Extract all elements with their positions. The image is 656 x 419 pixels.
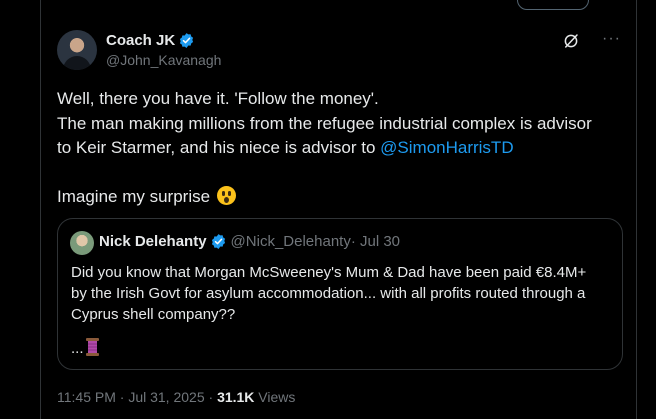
quoted-post-text: Did you know that Morgan McSweeney's Mum… bbox=[71, 262, 616, 325]
post-text: Well, there you have it. 'Follow the mon… bbox=[57, 87, 622, 210]
post-text-line: Well, there you have it. 'Follow the mon… bbox=[57, 89, 379, 108]
more-options-icon[interactable]: ··· bbox=[602, 31, 622, 50]
post-timestamp[interactable]: 11:45 PM · Jul 31, 2025 · bbox=[57, 389, 217, 405]
quoted-post[interactable]: Nick Delehanty @Nick_Delehanty · Jul 30 … bbox=[57, 218, 623, 370]
face-with-open-mouth-icon bbox=[216, 186, 236, 205]
ellipsis-text: ... bbox=[71, 340, 84, 357]
post-text-fragment: Imagine my surprise bbox=[57, 187, 211, 206]
views-label: Views bbox=[254, 389, 296, 405]
quoted-text-line: Cyprus shell company?? bbox=[71, 306, 236, 323]
quoted-author-handle[interactable]: @Nick_Delehanty bbox=[231, 233, 351, 250]
quoted-text-line: by the Irish Govt for asylum accommodati… bbox=[71, 285, 586, 302]
avatar[interactable] bbox=[57, 30, 97, 70]
spool-of-thread-icon bbox=[85, 338, 99, 356]
post-text-line: Imagine my surprise bbox=[57, 185, 622, 210]
post-column: Coach JK @John_Kavanagh ··· Well, there … bbox=[40, 0, 637, 419]
previous-post-button[interactable] bbox=[517, 0, 589, 10]
author-display-name[interactable]: Coach JK bbox=[106, 32, 175, 49]
quoted-avatar[interactable] bbox=[70, 231, 94, 255]
verified-badge-icon[interactable] bbox=[178, 32, 195, 49]
views-count: 31.1K bbox=[217, 389, 255, 405]
grok-icon[interactable] bbox=[562, 32, 580, 50]
post-text-blank-line bbox=[57, 161, 622, 186]
verified-badge-icon[interactable] bbox=[210, 233, 227, 250]
post-text-line: to Keir Starmer, and his niece is adviso… bbox=[57, 136, 622, 161]
author-name-row: Coach JK bbox=[106, 32, 195, 49]
post-text-line: The man making millions from the refugee… bbox=[57, 113, 592, 133]
post-header: Coach JK @John_Kavanagh ··· bbox=[57, 30, 622, 74]
post-metadata: 11:45 PM · Jul 31, 2025 · 31.1K Views bbox=[57, 389, 295, 405]
author-handle[interactable]: @John_Kavanagh bbox=[106, 52, 221, 68]
quoted-post-continuation: ... bbox=[71, 337, 100, 357]
mention-link[interactable]: @SimonHarrisTD bbox=[380, 138, 513, 157]
post-text-fragment: to Keir Starmer, and his niece is adviso… bbox=[57, 138, 381, 157]
quoted-author-display-name[interactable]: Nick Delehanty bbox=[99, 233, 207, 250]
quoted-text-line: Did you know that Morgan McSweeney's Mum… bbox=[71, 264, 587, 281]
quoted-post-header: Nick Delehanty @Nick_Delehanty · Jul 30 bbox=[99, 233, 400, 250]
quoted-post-date[interactable]: · Jul 30 bbox=[351, 233, 400, 250]
